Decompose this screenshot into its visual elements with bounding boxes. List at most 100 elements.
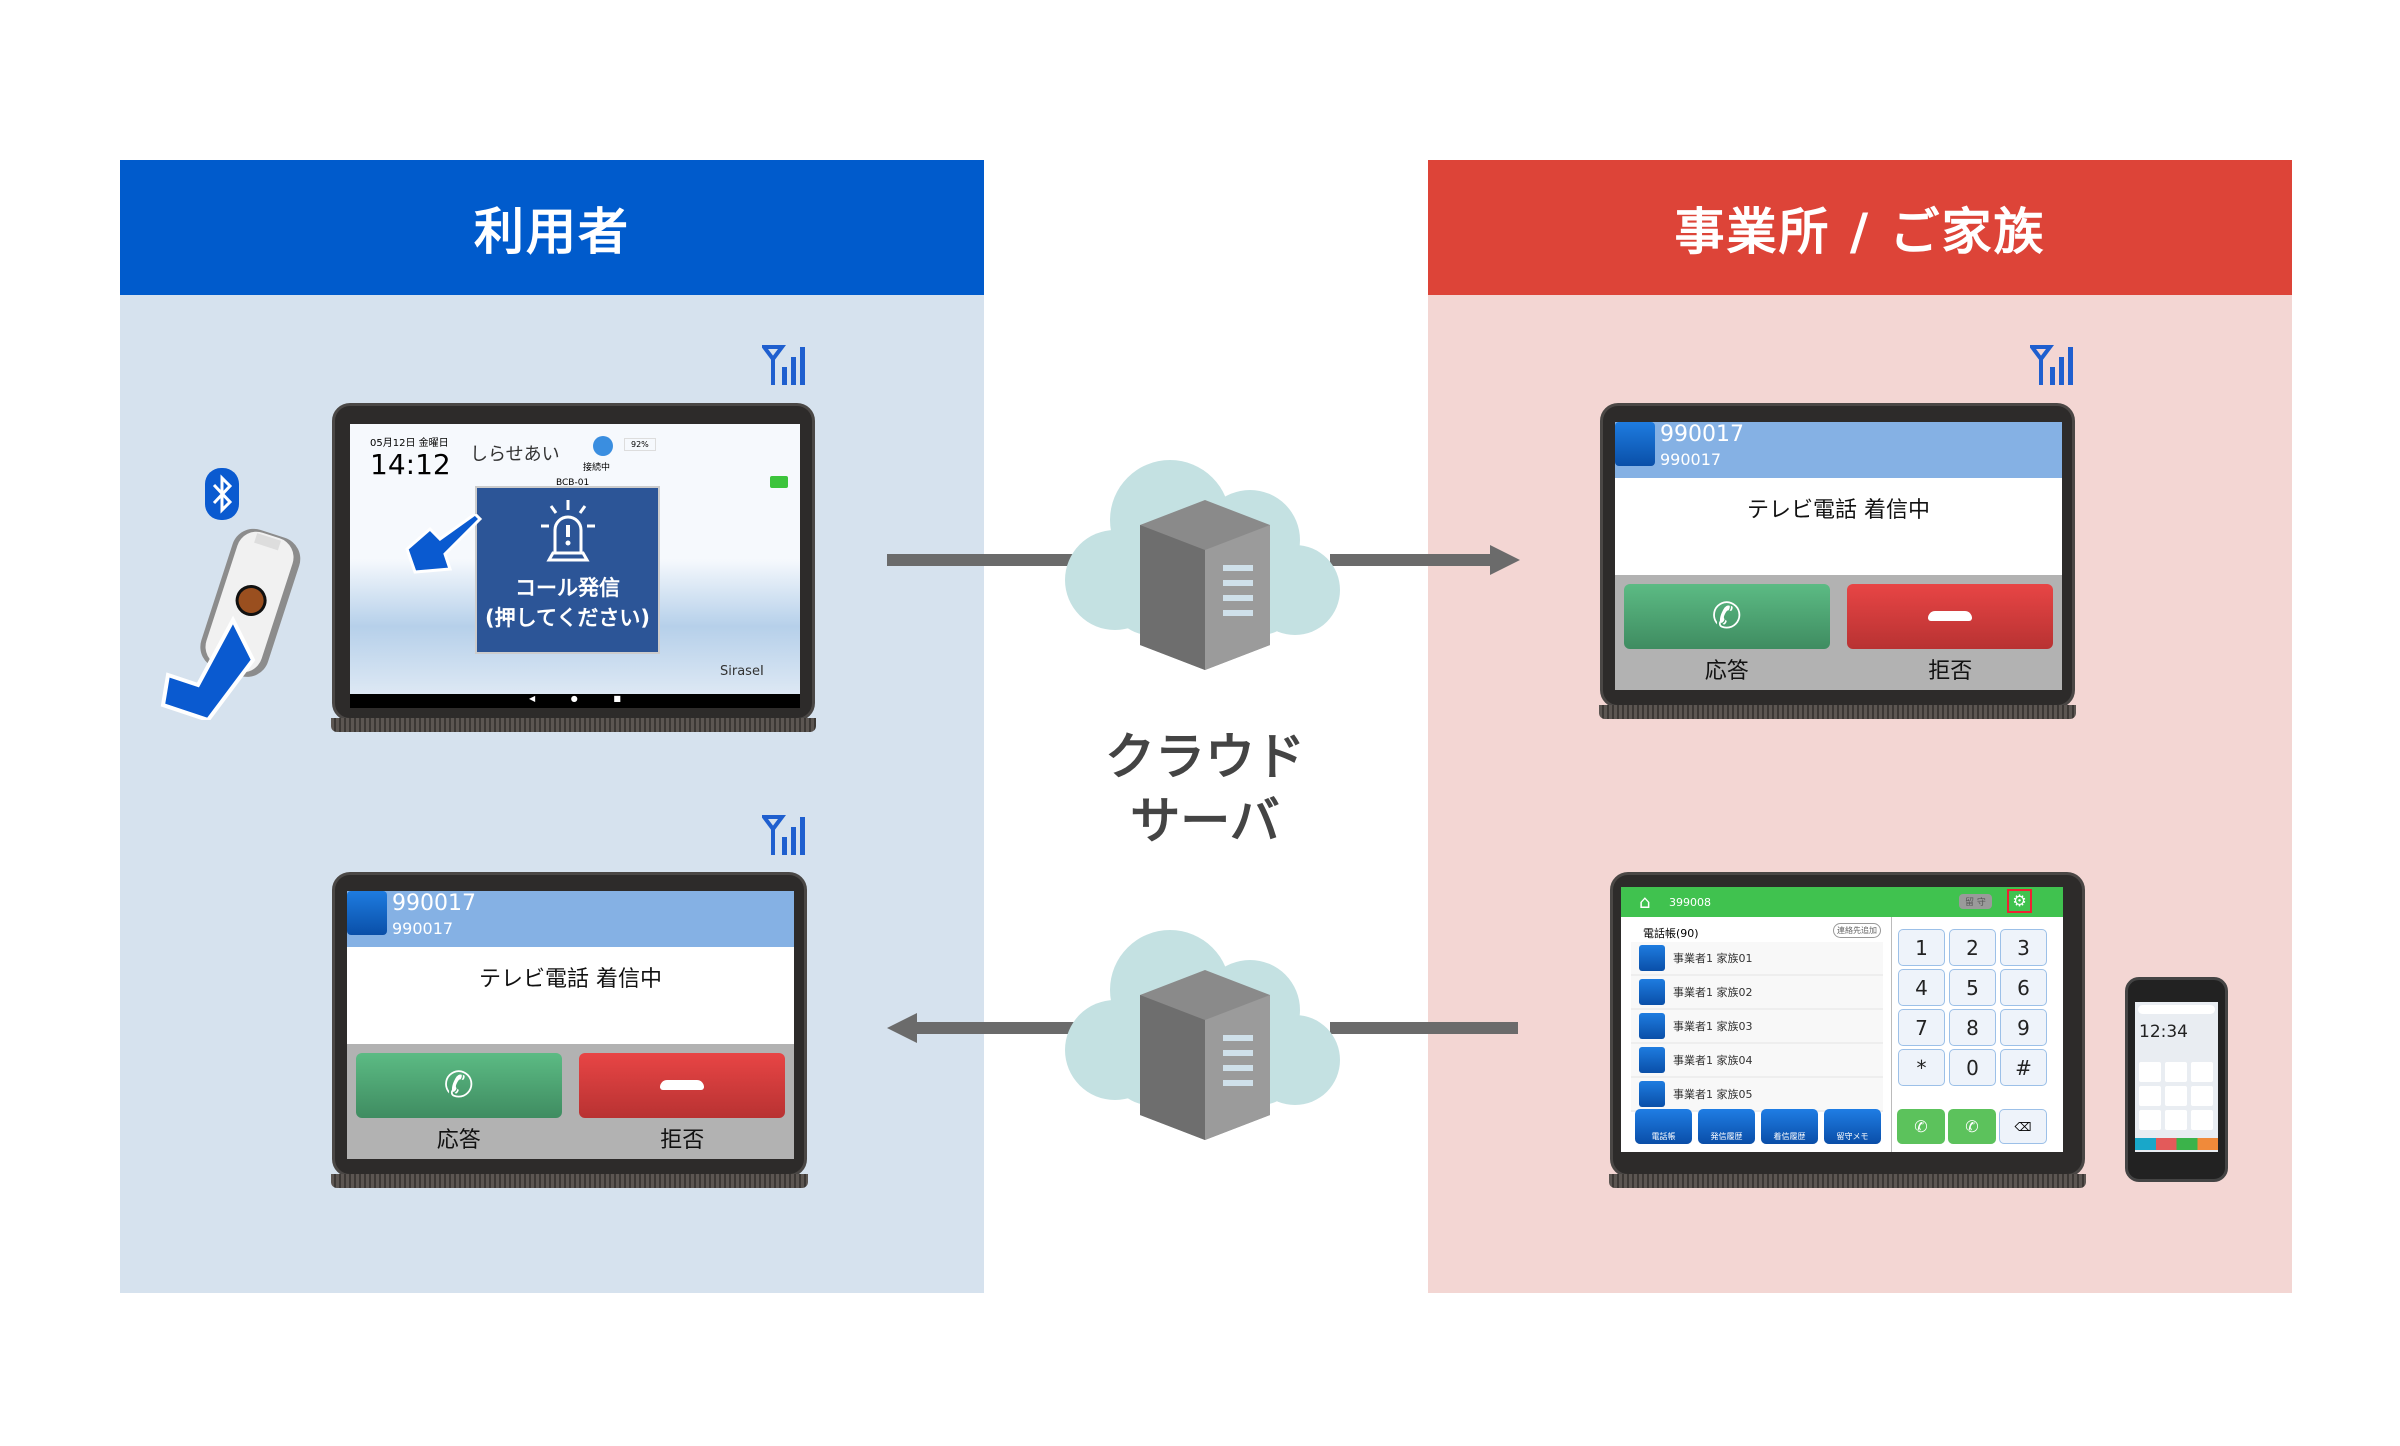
reject-label: 拒否: [660, 1128, 705, 1154]
user-incoming-call-tablet: 990017 990017 テレビ電話 着信中 ✆ 応答 拒否: [331, 872, 808, 1188]
avatar: [347, 891, 387, 935]
office-phonebook-tablet: ⌂ 399008 留 守 ⚙ 電話帳(90) 連絡先追加 事業者1 家族01 事業…: [1609, 872, 2086, 1188]
wifi-icon: [593, 436, 613, 456]
pendant-button-device[interactable]: [158, 520, 308, 720]
arrow-from-office: [1330, 1022, 1518, 1034]
pointing-hand-icon: [405, 514, 483, 574]
dial-key[interactable]: 8: [1949, 1009, 1996, 1046]
answer-label: 応答: [1704, 659, 1749, 685]
call-button-sublabel: (押してください): [485, 606, 650, 630]
dial-key[interactable]: 1: [1898, 929, 1945, 966]
contact-list-item[interactable]: 事業者1 家族04: [1631, 1044, 1883, 1078]
maps-app-icon[interactable]: [2191, 1086, 2213, 1106]
answer-label: 応答: [436, 1128, 481, 1154]
contact-avatar-icon: [1639, 1081, 1665, 1107]
contact-avatar-icon: [1639, 945, 1665, 971]
contact-name: 事業者1 家族04: [1673, 1054, 1753, 1067]
phone-icon: ✆: [1711, 595, 1742, 637]
android-nav-bar[interactable]: ◀ ● ■: [350, 694, 800, 708]
dial-key[interactable]: *: [1898, 1049, 1945, 1086]
contact-name: 事業者1 家族05: [1673, 1088, 1753, 1101]
connection-status: 接続中: [583, 463, 611, 473]
clock-text: 14:12: [370, 448, 451, 481]
home-icon[interactable]: ⌂: [1639, 892, 1650, 913]
dial-key[interactable]: 0: [1949, 1049, 1996, 1086]
yahoo-app-icon[interactable]: [2165, 1062, 2187, 1082]
contact-list-item[interactable]: 事業者1 家族05: [1631, 1078, 1883, 1112]
photos-app-icon[interactable]: [2139, 1086, 2161, 1106]
news-app-icon[interactable]: [2191, 1062, 2213, 1082]
contact-list-item[interactable]: 事業者1 家族01: [1631, 942, 1883, 976]
add-contact-button[interactable]: 連絡先追加: [1833, 923, 1881, 938]
cloud-server-icon: [1065, 930, 1340, 1140]
battery-level: 92%: [624, 438, 656, 451]
dial-key[interactable]: 3: [2000, 929, 2047, 966]
antenna-icon: [2030, 345, 2073, 385]
contact-avatar-icon: [1639, 1047, 1665, 1073]
settings-gear-icon[interactable]: ⚙: [2007, 889, 2032, 913]
antenna-icon: [762, 345, 805, 385]
call-button[interactable]: コール発信 (押してください): [475, 486, 660, 654]
contact-name: 事業者1 家族02: [1673, 986, 1753, 999]
phone-clock: 12:34: [2139, 1022, 2188, 1042]
user-id: 399008: [1669, 896, 1711, 909]
phonebook-title: 電話帳(90): [1643, 927, 1699, 940]
smartphone: 12:34: [2125, 977, 2228, 1182]
caller-number: 990017: [392, 919, 454, 938]
video-call-button[interactable]: ✆: [1897, 1109, 1945, 1144]
hang-up-icon: [660, 1080, 705, 1091]
google-app-icon[interactable]: [2191, 1110, 2213, 1130]
dial-key[interactable]: 9: [2000, 1009, 2047, 1046]
call-button-label: コール発信: [515, 576, 620, 600]
avatar: [1615, 422, 1655, 466]
reject-button[interactable]: [1847, 583, 2054, 649]
dial-key[interactable]: #: [2000, 1049, 2047, 1086]
cloud-server-icon: [1065, 460, 1340, 670]
cloud-server-label: クラウド サーバ: [1055, 725, 1355, 853]
reject-label: 拒否: [1928, 659, 1973, 685]
line-app-icon[interactable]: [2139, 1110, 2161, 1130]
phone-icon: ✆: [443, 1064, 474, 1106]
reject-button[interactable]: [579, 1052, 786, 1118]
hang-up-icon: [1928, 611, 1973, 622]
dial-key[interactable]: 4: [1898, 969, 1945, 1006]
caller-name: 990017: [1660, 422, 1744, 447]
dial-key[interactable]: 5: [1949, 969, 1996, 1006]
contact-list-item[interactable]: 事業者1 家族02: [1631, 976, 1883, 1010]
nav-button[interactable]: 留守メモ: [1824, 1109, 1881, 1144]
dial-key[interactable]: 2: [1949, 929, 1996, 966]
alarm-light-icon: [540, 500, 595, 562]
support-app-icon[interactable]: [2165, 1086, 2187, 1106]
contact-avatar-icon: [1639, 1013, 1665, 1039]
nav-button[interactable]: 発信履歴: [1698, 1109, 1755, 1144]
answer-button[interactable]: ✆: [355, 1052, 562, 1118]
dial-key[interactable]: 7: [1898, 1009, 1945, 1046]
user-call-tablet: 05月12日 金曜日 14:12 しらせあい 接続中 92% BCB-01 コー…: [331, 403, 816, 732]
date-text: 05月12日 金曜日: [370, 438, 449, 449]
contact-list-item[interactable]: 事業者1 家族03: [1631, 1010, 1883, 1044]
contact-avatar-icon: [1639, 979, 1665, 1005]
antenna-icon: [762, 815, 805, 855]
answer-button[interactable]: ✆: [1623, 583, 1830, 649]
arrow-head-left-icon: [887, 1013, 917, 1043]
contact-name: 事業者1 家族03: [1673, 1020, 1753, 1033]
caller-number: 990017: [1660, 450, 1722, 469]
app-logo: しらせあい: [470, 444, 560, 465]
nav-button[interactable]: 電話帳: [1635, 1109, 1692, 1144]
cloud-label-line2: サーバ: [1130, 792, 1280, 850]
office-family-panel-title: 事業所 / ご家族: [1428, 160, 2292, 295]
bluetooth-icon: [205, 468, 239, 520]
incoming-call-message: テレビ電話 着信中: [1747, 498, 1930, 524]
play-store-app-icon[interactable]: [2165, 1110, 2187, 1130]
arrow-head-right-icon: [1490, 545, 1520, 575]
incoming-call-message: テレビ電話 着信中: [479, 967, 662, 993]
camera-app-icon[interactable]: [2139, 1062, 2161, 1082]
nav-button[interactable]: 着信履歴: [1761, 1109, 1818, 1144]
voice-call-button[interactable]: ✆: [1948, 1109, 1996, 1144]
battery-icon: [770, 476, 788, 488]
backspace-button[interactable]: ⌫: [1999, 1109, 2047, 1144]
away-button[interactable]: 留 守: [1959, 894, 1992, 909]
brand-logo: SiraseI: [720, 664, 764, 679]
dial-key[interactable]: 6: [2000, 969, 2047, 1006]
office-incoming-call-tablet: 990017 990017 テレビ電話 着信中 ✆ 応答 拒否: [1599, 403, 2076, 719]
